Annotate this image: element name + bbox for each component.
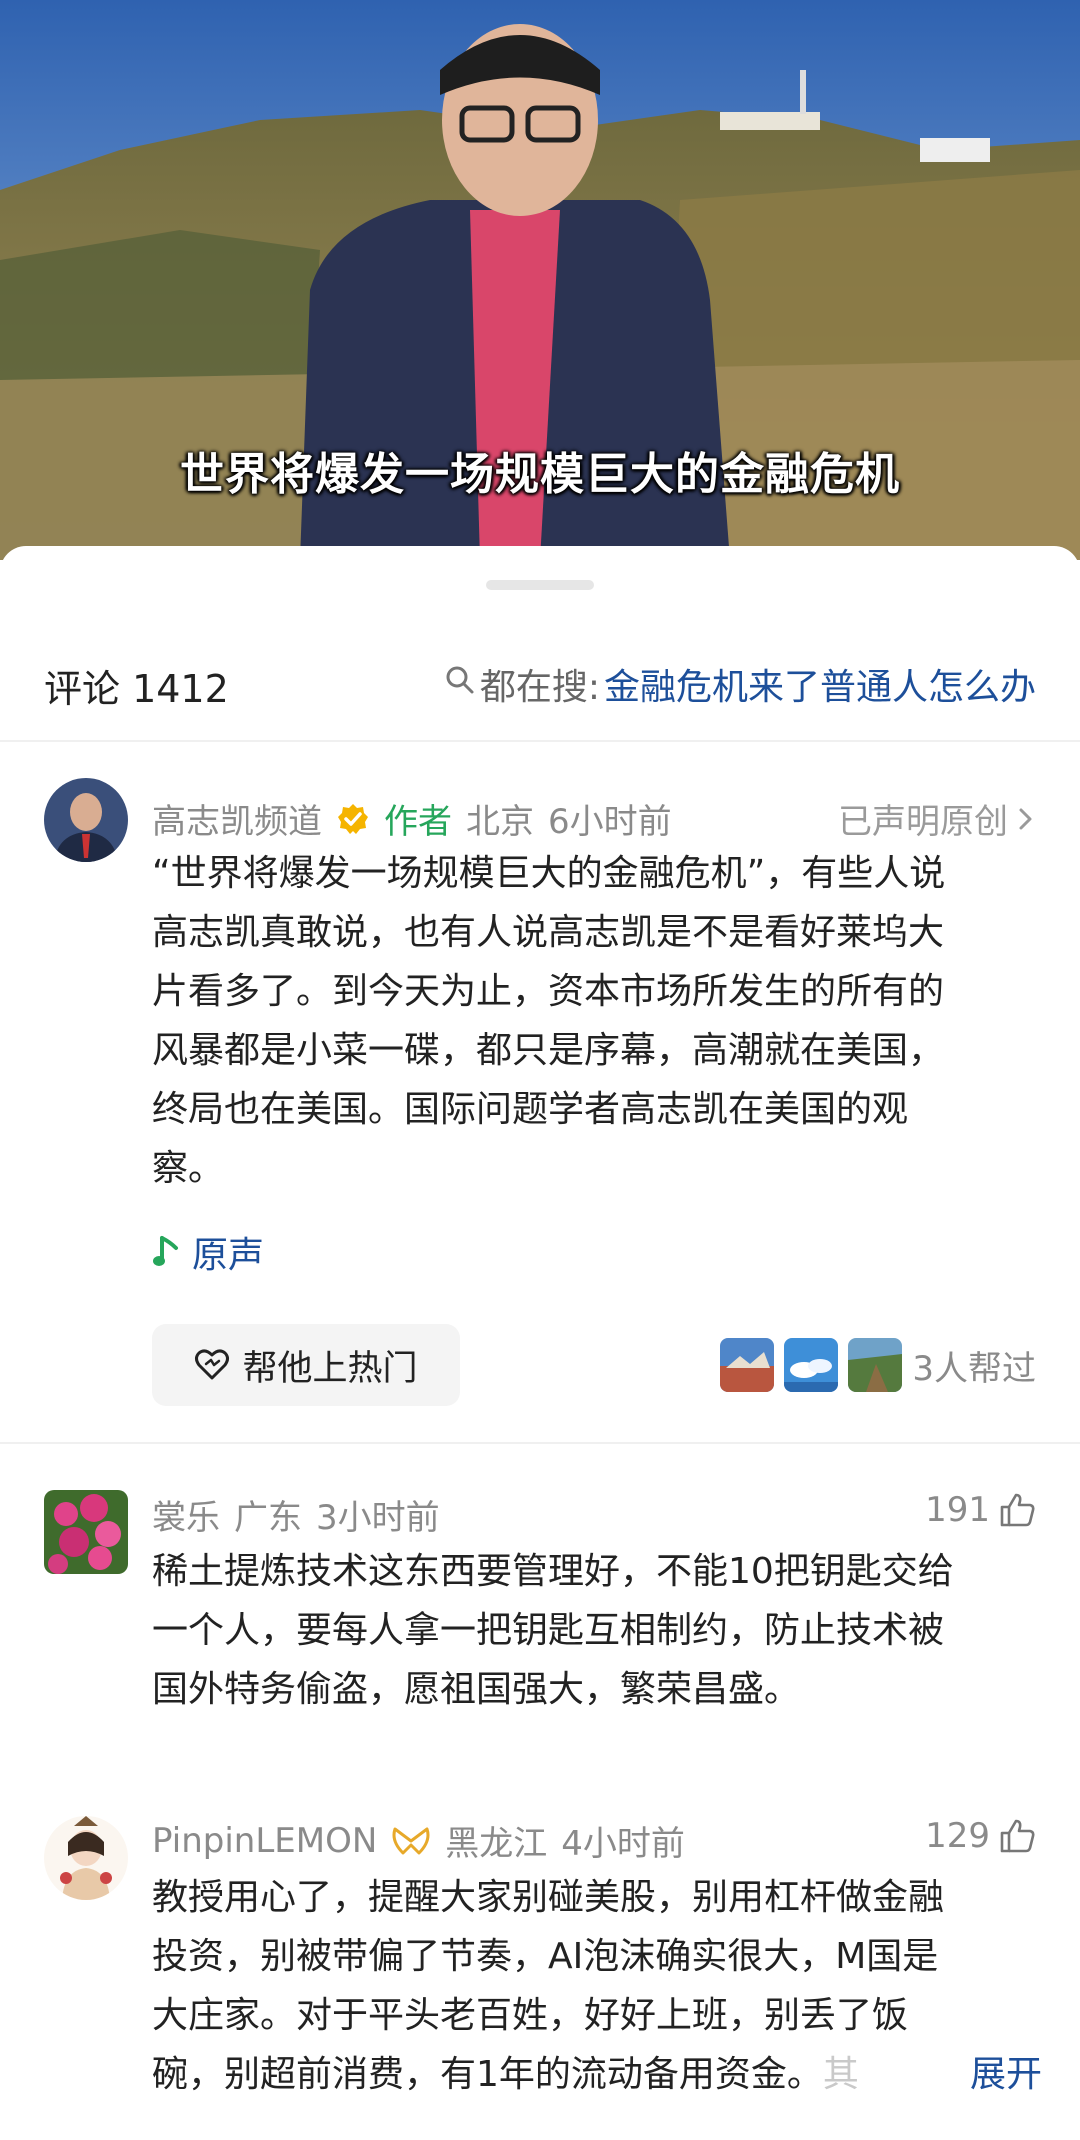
comment-header: 评论 1412 都在搜: 金融危机来了普通人怎么办 <box>0 646 1080 726</box>
comment-location: 黑龙江 <box>445 1824 548 1864</box>
comment-text: “世界将爆发一场规模巨大的金融危机”，有些人说 高志凯真敢说，也有人说高志凯是不… <box>152 844 1042 1198</box>
comment-line: 碗，别超前消费，有1年的流动备用资金。 <box>152 2054 823 2095</box>
comment-line: 片看多了。到今天为止，资本市场所发生的所有的 <box>152 971 945 1012</box>
comment-text: 教授用心了，提醒大家别碰美股，别用杠杆做金融 投资，别被带偏了节奏，AI泡沫确实… <box>152 1868 1042 2104</box>
helpers-count: 3人帮过 <box>912 1348 1036 1389</box>
thumbs-up-icon <box>998 1817 1036 1855</box>
username[interactable]: PinpinLEMON <box>152 1821 377 1861</box>
avatar[interactable] <box>44 778 128 862</box>
original-sound-link[interactable]: 原声 <box>152 1226 264 1278</box>
helper-avatar <box>848 1338 903 1392</box>
verified-badge-icon <box>336 802 370 836</box>
chevron-right-icon <box>1016 804 1036 834</box>
search-prefix: 都在搜: <box>479 667 600 708</box>
drag-handle[interactable] <box>486 580 594 590</box>
like-button[interactable]: 191 <box>925 1490 1036 1530</box>
boost-button[interactable]: 帮他上热门 <box>152 1324 460 1406</box>
comment-time: 6小时前 <box>548 802 672 842</box>
like-button[interactable]: 129 <box>925 1816 1036 1856</box>
truncated-char: 其 <box>822 2054 859 2095</box>
search-keyword[interactable]: 金融危机来了普通人怎么办 <box>604 658 1036 710</box>
comment-line: 大庄家。对于平头老百姓，好好上班，别丢了饭 <box>152 1995 909 2036</box>
comment-text: 稀土提炼技术这东西要管理好，不能10把钥匙交给 一个人，要每人拿一把钥匙互相制约… <box>152 1542 1042 1719</box>
comment-time: 3小时前 <box>316 1498 440 1538</box>
sound-label: 原声 <box>192 1235 265 1276</box>
author-tag: 作者 <box>384 802 452 842</box>
comment-line: 终局也在美国。国际问题学者高志凯在美国的观 <box>152 1089 909 1130</box>
comment-line: 教授用心了，提醒大家别碰美股，别用杠杆做金融 <box>152 1877 945 1918</box>
avatar[interactable] <box>44 1490 128 1574</box>
heart-boost-icon <box>194 1348 230 1382</box>
comment-sheet: 评论 1412 都在搜: 金融危机来了普通人怎么办 高志凯频道 作者 北京 6小… <box>0 546 1080 2140</box>
boost-helpers[interactable]: 3人帮过 <box>720 1338 1036 1392</box>
claimed-label: 已声明原创 <box>838 802 1008 842</box>
expand-button[interactable]: 展开 <box>970 2045 1042 2104</box>
comment-time: 4小时前 <box>561 1824 685 1864</box>
boost-label: 帮他上热门 <box>242 1348 418 1389</box>
comment-count: 评论 1412 <box>44 667 229 711</box>
like-count: 129 <box>925 1816 990 1856</box>
divider <box>0 1442 1080 1444</box>
comment-meta: 裳乐 广东 3小时前 <box>152 1490 440 1539</box>
avatar[interactable] <box>44 1816 128 1900</box>
trending-search[interactable]: 都在搜: 金融危机来了普通人怎么办 <box>444 658 1036 710</box>
comment-meta: 高志凯频道 作者 北京 6小时前 <box>152 794 672 843</box>
music-note-icon <box>152 1234 182 1270</box>
comment-line: 稀土提炼技术这东西要管理好，不能10把钥匙交给 <box>152 1551 954 1592</box>
comment-line: 投资，别被带偏了节奏，AI泡沫确实很大，M国是 <box>152 1936 939 1977</box>
helper-avatar <box>720 1338 775 1392</box>
comment-location: 广东 <box>234 1498 302 1538</box>
username[interactable]: 裳乐 <box>152 1490 220 1539</box>
comment-meta: PinpinLEMON 黑龙江 4小时前 <box>152 1816 685 1865</box>
video-subtitle: 世界将爆发一场规模巨大的金融危机 <box>180 449 900 500</box>
helper-avatar <box>784 1338 839 1392</box>
comment-line: 风暴都是小菜一碟，都只是序幕，高潮就在美国， <box>152 1030 945 1071</box>
video-player[interactable]: 世界将爆发一场规模巨大的金融危机 <box>0 0 1080 560</box>
badge-icon <box>391 1825 431 1857</box>
comment-line: “世界将爆发一场规模巨大的金融危机”，有些人说 <box>152 853 946 894</box>
comment-line: 高志凯真敢说，也有人说高志凯是不是看好莱坞大 <box>152 912 945 953</box>
thumbs-up-icon <box>998 1491 1036 1529</box>
search-icon <box>444 664 476 705</box>
like-count: 191 <box>925 1490 990 1530</box>
username[interactable]: 高志凯频道 <box>152 794 322 843</box>
divider <box>0 740 1080 742</box>
comment-line: 察。 <box>152 1148 225 1189</box>
original-claim[interactable]: 已声明原创 <box>838 794 1036 843</box>
comment-line: 一个人，要每人拿一把钥匙互相制约，防止技术被 <box>152 1610 945 1651</box>
comment-line: 国外特务偷盗，愿祖国强大，繁荣昌盛。 <box>152 1669 801 1710</box>
comment-line-truncated: 碗，别超前消费，有1年的流动备用资金。其 展开 <box>152 2045 1042 2104</box>
comment-location: 北京 <box>466 802 534 842</box>
